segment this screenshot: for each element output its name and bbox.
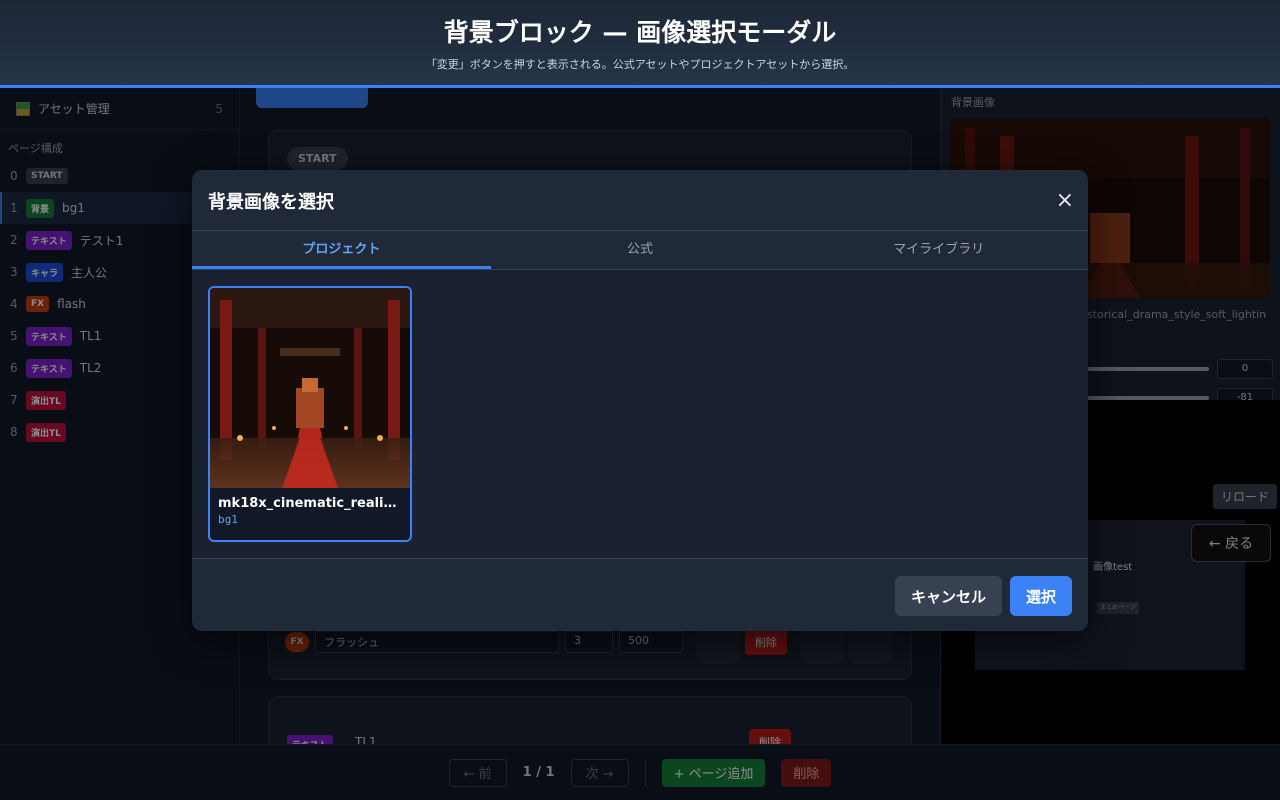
banner-subtitle: 「変更」ボタンを押すと表示される。公式アセットやプロジェクトアセットから選択。 (425, 58, 855, 71)
asset-id: bg1 (218, 513, 238, 526)
tab-official[interactable]: 公式 (491, 231, 790, 269)
modal-title: 背景画像を選択 (208, 192, 334, 213)
tab-my-library[interactable]: マイライブラリ (789, 231, 1088, 269)
asset-thumbnail (210, 288, 410, 488)
tab-project[interactable]: プロジェクト (192, 231, 491, 269)
demo-banner: 背景ブロック — 画像選択モーダル 「変更」ボタンを押すと表示される。公式アセッ… (0, 0, 1280, 88)
asset-grid: mk18x_cinematic_realism... bg1 (192, 270, 1088, 558)
modal-footer: キャンセル 選択 (192, 558, 1088, 631)
modal-tabs: プロジェクト 公式 マイライブラリ (192, 230, 1088, 270)
image-select-modal: 背景画像を選択 × プロジェクト 公式 マイライブラリ mk18x_cinema… (192, 170, 1088, 631)
asset-card[interactable]: mk18x_cinematic_realism... bg1 (208, 286, 412, 542)
cancel-button[interactable]: キャンセル (894, 576, 1002, 616)
select-button[interactable]: 選択 (1010, 576, 1072, 616)
asset-name: mk18x_cinematic_realism... (218, 496, 410, 511)
close-icon[interactable]: × (1056, 190, 1074, 212)
banner-title: 背景ブロック — 画像選択モーダル (443, 18, 837, 47)
